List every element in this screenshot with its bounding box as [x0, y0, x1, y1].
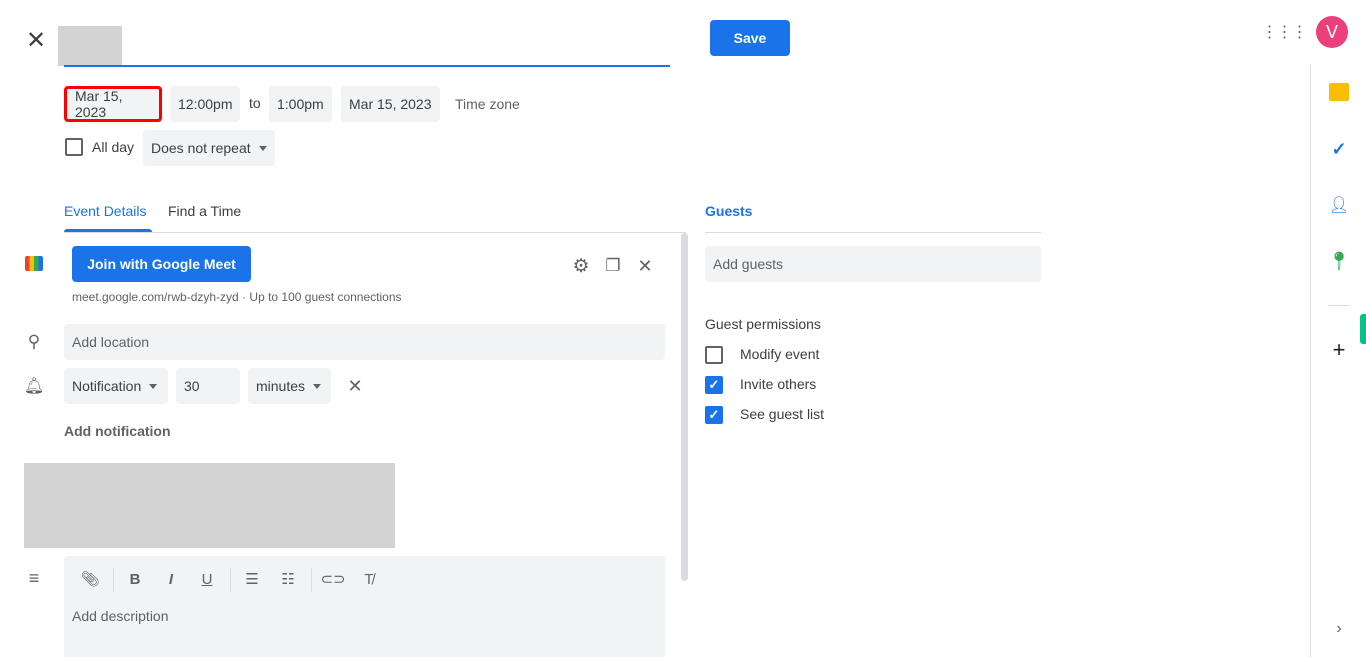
- underline-icon[interactable]: U: [196, 568, 218, 590]
- tab-find-a-time[interactable]: Find a Time: [168, 203, 241, 219]
- add-guests-input[interactable]: Add guests: [705, 246, 1041, 282]
- toolbar-divider: [311, 568, 312, 592]
- remove-notification-icon[interactable]: ✕: [344, 375, 366, 397]
- notification-unit-dropdown[interactable]: minutes: [248, 368, 331, 404]
- toolbar-divider: [230, 568, 231, 592]
- bold-icon[interactable]: B: [124, 568, 146, 590]
- repeat-value: Does not repeat: [151, 140, 251, 156]
- time-zone-button[interactable]: Time zone: [455, 96, 520, 112]
- remove-meet-icon[interactable]: ✕: [634, 255, 656, 277]
- end-date[interactable]: Mar 15, 2023: [341, 86, 440, 122]
- attachment-icon[interactable]: 📎︎: [79, 568, 101, 590]
- addon-indicator: [1360, 314, 1366, 344]
- avatar[interactable]: V: [1316, 16, 1348, 48]
- google-meet-icon: [25, 256, 43, 271]
- modify-event-checkbox[interactable]: [705, 346, 723, 364]
- italic-icon[interactable]: I: [160, 568, 182, 590]
- notification-value-input[interactable]: 30: [176, 368, 240, 404]
- guests-title: Guests: [705, 203, 753, 219]
- add-addon-icon[interactable]: +: [1328, 337, 1350, 362]
- location-input[interactable]: Add location: [64, 324, 665, 360]
- toolbar-divider: [113, 568, 114, 592]
- chevron-right-icon[interactable]: ›: [1328, 618, 1350, 640]
- scrollbar[interactable]: [681, 233, 688, 581]
- start-time[interactable]: 12:00pm: [170, 86, 241, 122]
- maps-icon[interactable]: 📍︎: [1328, 250, 1351, 272]
- to-label: to: [249, 95, 261, 111]
- clear-formatting-icon[interactable]: T̸: [358, 568, 380, 590]
- notification-type: Notification: [72, 378, 142, 394]
- tabs-divider: [64, 232, 686, 233]
- settings-gear-icon[interactable]: ⚙: [570, 255, 592, 277]
- apps-grid-icon[interactable]: ⋮⋮⋮: [1262, 20, 1308, 44]
- chevron-down-icon: [149, 383, 158, 389]
- chevron-down-icon: [313, 383, 322, 389]
- start-date[interactable]: Mar 15, 2023: [64, 86, 162, 122]
- see-guest-list-label: See guest list: [740, 406, 825, 422]
- close-icon[interactable]: ✕: [24, 27, 48, 54]
- bulleted-list-icon[interactable]: ☷: [277, 568, 299, 590]
- title-redacted: [58, 26, 122, 66]
- notification-type-dropdown[interactable]: Notification: [64, 368, 168, 404]
- keep-icon[interactable]: [1329, 83, 1349, 101]
- all-day-checkbox[interactable]: [65, 138, 83, 156]
- tasks-icon[interactable]: ✓: [1328, 138, 1350, 160]
- description-input[interactable]: Add description: [72, 608, 169, 624]
- invite-others-label: Invite others: [740, 376, 817, 392]
- all-day-label: All day: [92, 139, 135, 155]
- save-button[interactable]: Save: [710, 20, 790, 56]
- tab-event-details[interactable]: Event Details: [64, 203, 146, 219]
- end-time[interactable]: 1:00pm: [269, 86, 332, 122]
- join-meet-button[interactable]: Join with Google Meet: [72, 246, 251, 282]
- bell-icon: 🔔︎: [23, 378, 45, 395]
- chevron-down-icon: [258, 145, 267, 151]
- meet-link[interactable]: meet.google.com/rwb-dzyh-zyd · Up to 100…: [72, 290, 402, 304]
- modify-event-label: Modify event: [740, 346, 820, 362]
- numbered-list-icon[interactable]: ☰: [241, 568, 263, 590]
- invite-others-checkbox[interactable]: ✓: [705, 376, 723, 394]
- description-icon: ≡: [28, 567, 40, 588]
- location-pin-icon: ⚲: [27, 332, 41, 351]
- notification-unit: minutes: [256, 378, 306, 394]
- guest-permissions-title: Guest permissions: [705, 316, 821, 332]
- guests-divider: [705, 232, 1041, 233]
- title-input[interactable]: [64, 65, 670, 67]
- side-panel-divider: [1328, 305, 1350, 306]
- repeat-dropdown[interactable]: Does not repeat: [143, 130, 275, 166]
- add-notification-button[interactable]: Add notification: [64, 423, 171, 439]
- link-icon[interactable]: ⊂⊃: [320, 568, 345, 590]
- copy-icon[interactable]: ❐: [602, 255, 624, 277]
- redacted-region: [24, 463, 395, 548]
- contacts-icon[interactable]: 👤︎: [1328, 194, 1350, 216]
- see-guest-list-checkbox[interactable]: ✓: [705, 406, 723, 424]
